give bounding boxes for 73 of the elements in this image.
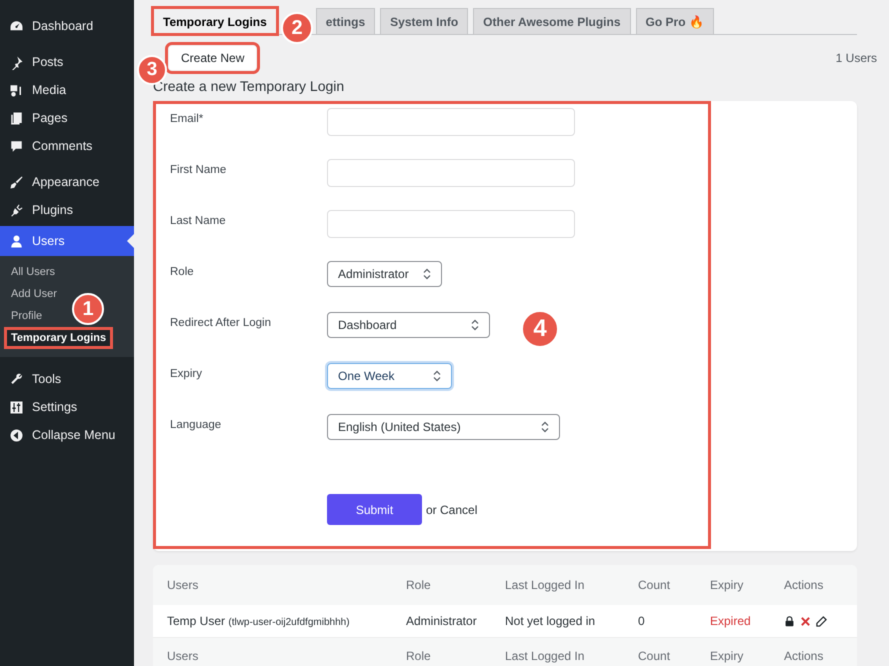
column-header: Last Logged In [505,578,586,592]
tab[interactable]: ettings [316,8,376,34]
tab[interactable]: Temporary Logins [153,8,277,34]
field-label: Redirect After Login [170,316,272,329]
chevron-icon [423,268,431,280]
column-header: Users [167,578,200,592]
field-label: Last Name [170,214,227,227]
user-count: 1 Users [836,51,877,65]
field-label: Email* [170,112,204,125]
menu-item[interactable]: Dashboard [0,12,134,40]
pages-icon [9,110,24,126]
select-dropdown[interactable]: English (United States) [327,414,560,440]
submenu-item[interactable]: Add User [0,283,68,305]
submenu-item[interactable]: Temporary Logins [4,327,114,349]
wrench-icon [9,372,24,386]
table-cell-text: 0 [638,614,646,628]
menu-item[interactable]: Collapse Menu [0,421,134,449]
menu-item[interactable]: Tools [0,365,134,393]
plug-icon [9,202,24,218]
column-header: Actions [784,578,824,592]
field-label: Expiry [170,367,203,380]
column-header: Role [406,649,432,663]
gauge-icon [9,18,24,34]
select-dropdown[interactable]: One Week [327,363,452,389]
chevron-icon [433,370,441,382]
text-input[interactable] [327,108,575,136]
step-number-badge: 2 [281,12,313,44]
menu-item[interactable]: Pages [0,104,134,132]
table-cell-text: Expired [710,614,752,628]
field-label: Role [170,265,195,278]
menu-item[interactable]: Plugins [0,196,134,224]
text-input[interactable] [327,210,575,238]
column-header: Role [406,578,432,592]
menu-item[interactable]: Comments [0,132,134,160]
submit-button[interactable]: Submit [327,494,422,525]
user-icon [9,234,24,248]
menu-item[interactable]: Settings [0,393,134,421]
lock-icon[interactable] [784,616,795,626]
menu-item[interactable]: Appearance [0,168,134,196]
pencil-icon[interactable] [816,616,827,626]
select-dropdown[interactable]: Dashboard [327,312,490,338]
menu-item[interactable]: Media [0,76,134,104]
delete-icon[interactable] [800,616,811,626]
collapse-icon [9,428,24,442]
column-header: Last Logged In [505,649,586,663]
submenu-item[interactable]: All Users [0,261,66,283]
select-dropdown[interactable]: Administrator [327,261,442,287]
menu-item[interactable]: Users [0,226,134,256]
column-header: Users [167,649,200,663]
chevron-icon [541,421,549,433]
column-header: Expiry [710,649,744,663]
cancel-link[interactable]: or Cancel [426,502,478,516]
field-label: First Name [170,163,228,176]
column-header: Expiry [710,578,744,592]
column-header: Count [638,578,672,592]
tab[interactable]: Go Pro 🔥 [636,8,714,34]
tab[interactable]: Other Awesome Plugins [473,8,631,34]
menu-item[interactable]: Posts [0,48,134,76]
table-cell-text: Administrator [406,614,478,628]
submenu-item[interactable]: Profile [0,305,54,327]
column-header: Actions [784,649,824,663]
create-new-button[interactable]: Create New [169,46,256,70]
table-cell-text: Not yet logged in [505,614,596,628]
tab[interactable]: System Info [380,8,468,34]
media-icon [9,82,24,98]
sliders-icon [9,400,24,414]
field-label: Language [170,418,222,431]
table-cell-text: Temp User (tlwp-user-oij2ufdfgmibhhh) [167,614,351,628]
column-header: Count [638,649,672,663]
chevron-icon [471,319,479,331]
brush-icon [9,174,24,190]
speech-bubble-icon [9,138,24,154]
text-input[interactable] [327,159,575,187]
